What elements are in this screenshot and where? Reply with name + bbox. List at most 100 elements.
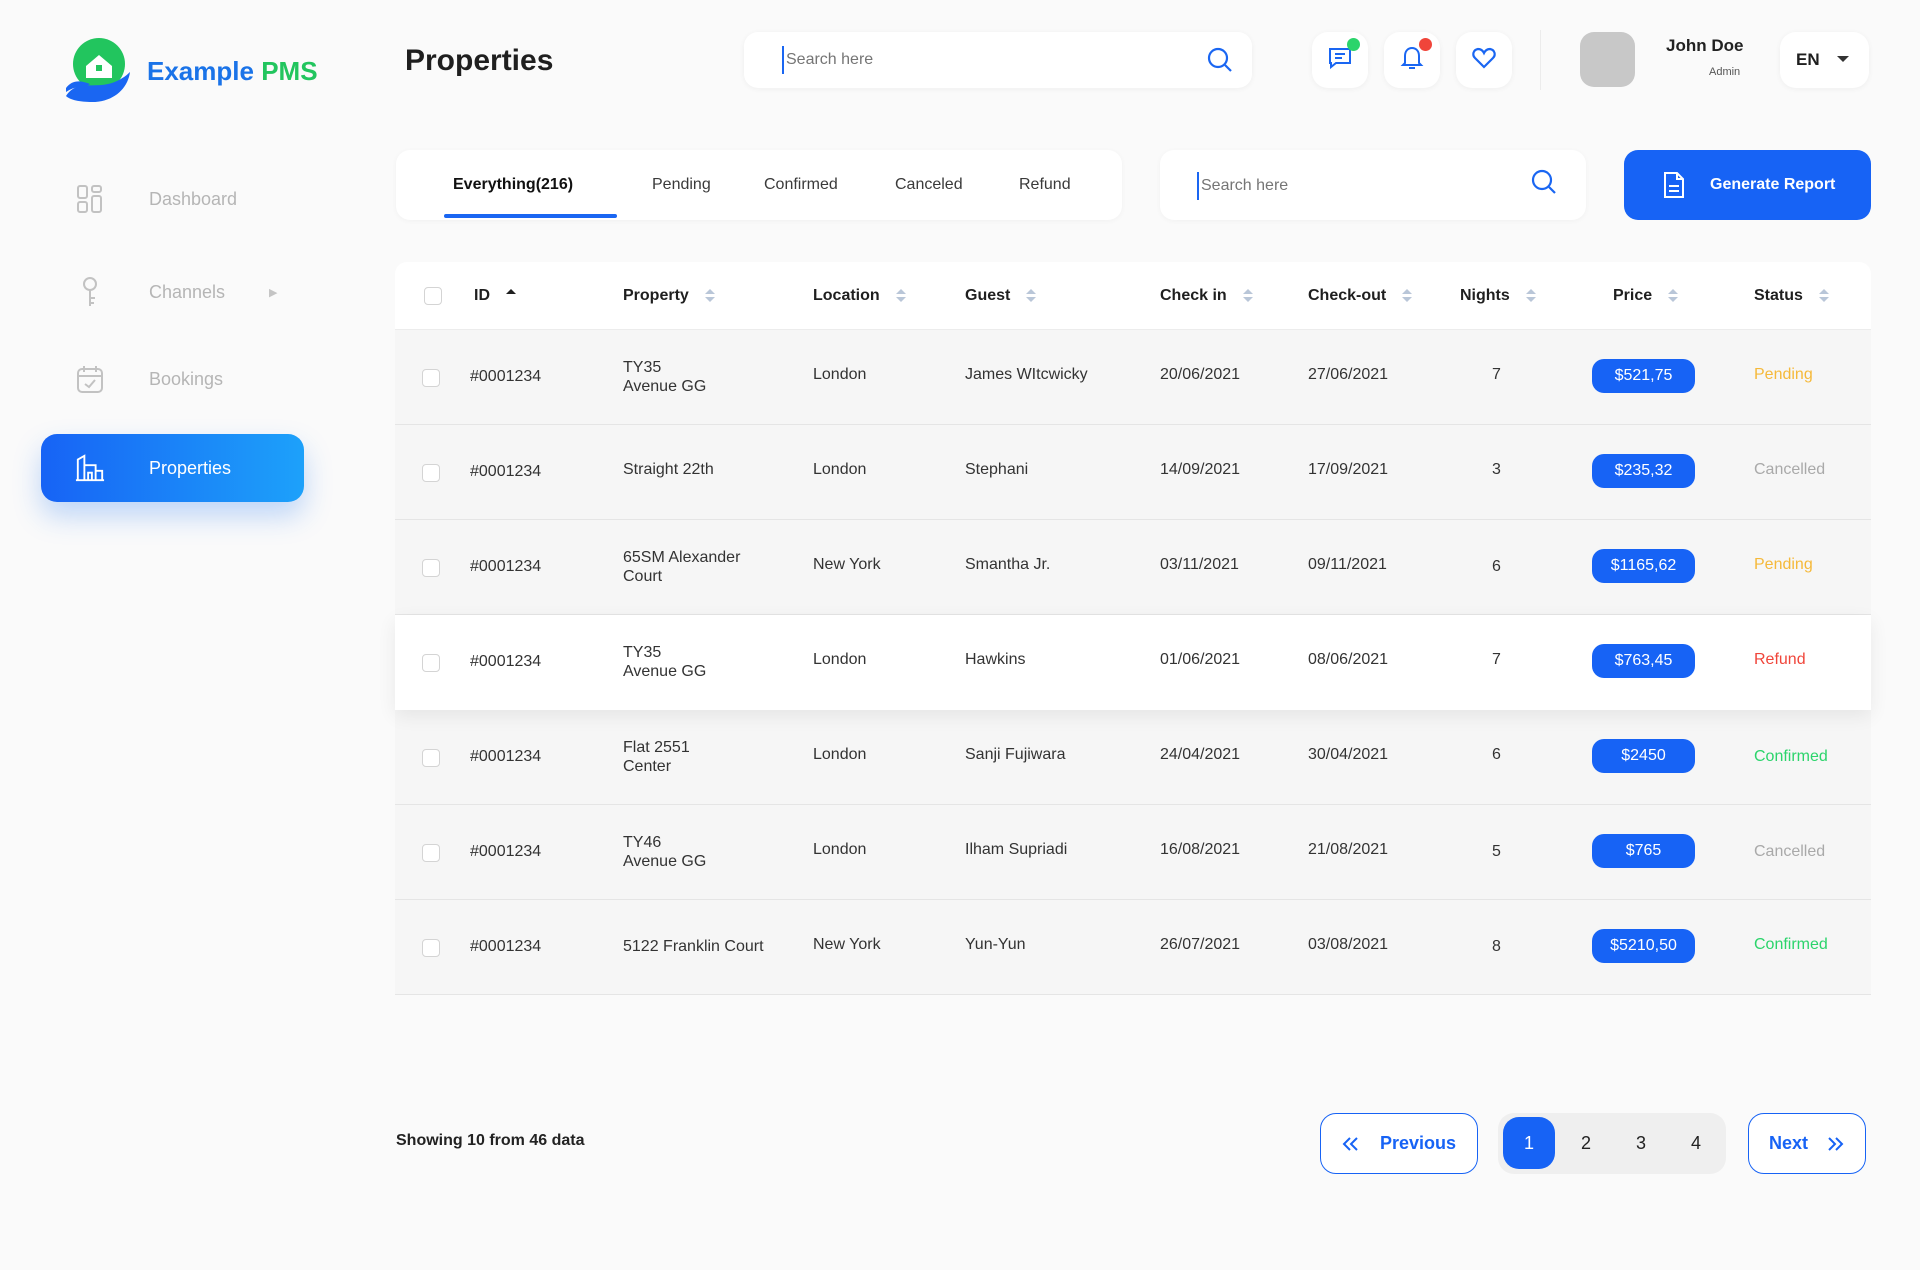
row-checkbox[interactable] <box>422 559 440 577</box>
price-badge: $5210,50 <box>1592 929 1695 963</box>
language-select[interactable]: EN <box>1780 32 1869 88</box>
tab-refund[interactable]: Refund <box>1019 150 1071 220</box>
generate-report-button[interactable]: Generate Report <box>1624 150 1871 220</box>
row-checkbox[interactable] <box>422 749 440 767</box>
sort-icon <box>1026 288 1037 303</box>
column-header-price[interactable]: Price <box>1613 262 1679 330</box>
cell-nights: 8 <box>1492 938 1501 955</box>
table-row[interactable]: #0001234 Flat 2551 Center London Sanji Fu… <box>395 710 1871 805</box>
price-badge: $235,32 <box>1592 454 1695 488</box>
showing-count: Showing 10 from 46 data <box>396 1132 585 1149</box>
next-button[interactable]: Next <box>1748 1113 1866 1174</box>
price-badge: $765 <box>1592 834 1695 868</box>
cell-property: Straight 22th <box>623 461 714 478</box>
column-header-guest[interactable]: Guest <box>965 262 1037 330</box>
cell-check-out: 03/08/2021 <box>1308 936 1389 953</box>
cell-guest: Stephani <box>965 461 1029 478</box>
cell-id: #0001234 <box>470 368 542 385</box>
select-all-checkbox[interactable] <box>424 287 442 305</box>
user-name: John Doe <box>1666 36 1744 55</box>
sort-asc-icon <box>506 288 516 303</box>
table-row[interactable]: #0001234 5122 Franklin Court New York Yu… <box>395 900 1871 995</box>
table-row[interactable]: #0001234 Straight 22th London Stephani 1… <box>395 425 1871 520</box>
cell-location: London <box>813 461 867 478</box>
cell-nights: 6 <box>1492 746 1501 763</box>
avatar[interactable] <box>1580 32 1635 87</box>
status-label: Confirmed <box>1754 748 1828 765</box>
global-search[interactable] <box>744 32 1252 88</box>
sidebar-item-channels[interactable]: Channels ▶ <box>41 258 304 326</box>
row-checkbox[interactable] <box>422 654 440 672</box>
sidebar-item-dashboard[interactable]: Dashboard <box>41 165 304 233</box>
cell-id: #0001234 <box>470 843 542 860</box>
building-icon <box>75 453 105 483</box>
sort-icon <box>704 288 715 303</box>
page-button-4[interactable]: 4 <box>1681 1113 1711 1174</box>
sidebar-item-properties[interactable]: Properties <box>41 434 304 502</box>
tab-pending[interactable]: Pending <box>652 150 711 220</box>
double-chevron-left-icon <box>1341 1136 1359 1157</box>
previous-label: Previous <box>1380 1133 1457 1153</box>
status-label: Refund <box>1754 651 1806 668</box>
sidebar-item-label: Bookings <box>149 368 224 389</box>
sidebar-item-bookings[interactable]: Bookings <box>41 345 304 413</box>
table-row[interactable]: #0001234 TY35 Avenue GG London Hawkins 01… <box>395 615 1871 710</box>
chevron-right-icon: ▶ <box>269 286 278 299</box>
cell-id: #0001234 <box>470 558 542 575</box>
table-search[interactable] <box>1160 150 1586 220</box>
cell-check-in: 01/06/2021 <box>1160 651 1241 668</box>
page-button-2[interactable]: 2 <box>1571 1113 1601 1174</box>
cell-check-in: 16/08/2021 <box>1160 841 1241 858</box>
active-tab-indicator <box>444 214 617 218</box>
row-checkbox[interactable] <box>422 464 440 482</box>
cell-guest: James WItcwicky <box>965 366 1088 383</box>
favorites-button[interactable] <box>1456 32 1512 88</box>
page-button-3[interactable]: 3 <box>1626 1113 1656 1174</box>
tab-canceled[interactable]: Canceled <box>895 150 963 220</box>
document-icon <box>1662 171 1688 199</box>
status-label: Pending <box>1754 366 1813 383</box>
column-header-nights[interactable]: Nights <box>1460 262 1536 330</box>
sidebar-item-label: Dashboard <box>149 188 238 209</box>
column-header-location[interactable]: Location <box>813 262 906 330</box>
messages-button[interactable] <box>1312 32 1368 88</box>
search-input[interactable] <box>1197 172 1497 200</box>
column-header-check-out[interactable]: Check-out <box>1308 262 1413 330</box>
cell-nights: 7 <box>1492 651 1501 668</box>
cell-guest: Sanji Fujiwara <box>965 746 1066 763</box>
row-checkbox[interactable] <box>422 939 440 957</box>
page-button-1[interactable]: 1 <box>1503 1117 1555 1169</box>
cell-check-in: 14/09/2021 <box>1160 461 1241 478</box>
page-title: Properties <box>405 44 554 77</box>
table-header: ID Property Location Guest Check in Chec… <box>395 262 1871 330</box>
column-header-id[interactable]: ID <box>474 262 516 330</box>
previous-button[interactable]: Previous <box>1320 1113 1478 1174</box>
search-icon[interactable] <box>1530 168 1558 196</box>
heart-icon <box>1471 46 1497 75</box>
language-value: EN <box>1796 50 1820 69</box>
search-icon[interactable] <box>1206 46 1234 74</box>
cell-location: London <box>813 841 867 858</box>
status-label: Confirmed <box>1754 936 1828 953</box>
notifications-button[interactable] <box>1384 32 1440 88</box>
key-icon <box>75 277 105 307</box>
tab-everything[interactable]: Everything(216) <box>453 150 573 220</box>
row-checkbox[interactable] <box>422 844 440 862</box>
caret-down-icon <box>1837 56 1849 62</box>
tab-confirmed[interactable]: Confirmed <box>764 150 838 220</box>
column-header-status[interactable]: Status <box>1754 262 1829 330</box>
cell-guest: Smantha Jr. <box>965 556 1051 573</box>
sort-icon <box>1242 288 1253 303</box>
table-row[interactable]: #0001234 65SM Alexander Court New York Sm… <box>395 520 1871 615</box>
table-row[interactable]: #0001234 TY35 Avenue GG London James WItc… <box>395 330 1871 425</box>
column-header-property[interactable]: Property <box>623 262 715 330</box>
table-row[interactable]: #0001234 TY46 Avenue GG London Ilham Supr… <box>395 805 1871 900</box>
app-logo[interactable]: Example PMS <box>62 36 318 106</box>
status-label: Cancelled <box>1754 843 1826 860</box>
row-checkbox[interactable] <box>422 369 440 387</box>
cell-id: #0001234 <box>470 938 542 955</box>
column-header-check-in[interactable]: Check in <box>1160 262 1253 330</box>
cell-id: #0001234 <box>470 748 542 765</box>
sort-icon <box>1525 288 1536 303</box>
search-input[interactable] <box>782 46 1162 74</box>
